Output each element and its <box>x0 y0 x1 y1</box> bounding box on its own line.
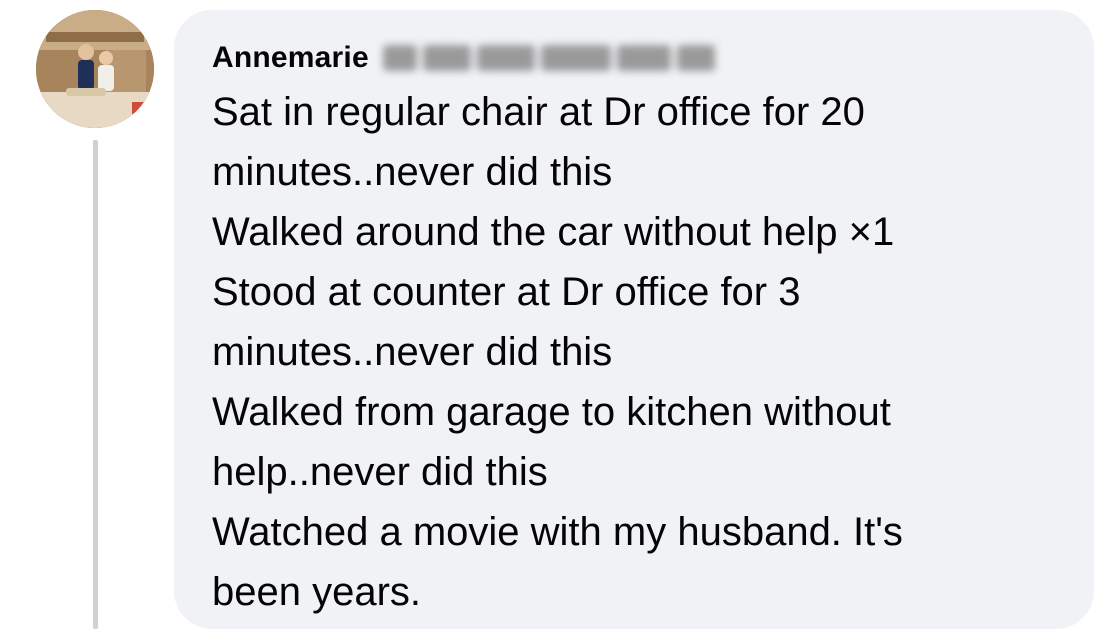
avatar[interactable] <box>36 10 154 128</box>
comment-line: minutes..never did this <box>212 330 613 374</box>
reply-thread-line <box>93 140 98 629</box>
redacted-surname <box>382 45 715 71</box>
comment-author-row: Annemarie <box>212 38 1074 78</box>
comment-line: Walked from garage to kitchen without <box>212 390 891 434</box>
comment-text: Sat in regular chair at Dr office for 20… <box>212 82 1074 622</box>
comment-line: been years. <box>212 570 422 614</box>
profile-photo-icon <box>36 10 154 128</box>
comment-bubble: Annemarie Sat in regular chair at Dr off… <box>174 10 1094 629</box>
comment-line: Watched a movie with my husband. It's <box>212 510 903 554</box>
comment-line: Walked around the car without help ×1 <box>212 210 895 254</box>
comment-line: minutes..never did this <box>212 150 613 194</box>
comment-line: help..never did this <box>212 450 548 494</box>
comment-line: Sat in regular chair at Dr office for 20 <box>212 90 865 134</box>
author-name[interactable]: Annemarie <box>212 41 369 75</box>
comment-line: Stood at counter at Dr office for 3 <box>212 270 801 314</box>
